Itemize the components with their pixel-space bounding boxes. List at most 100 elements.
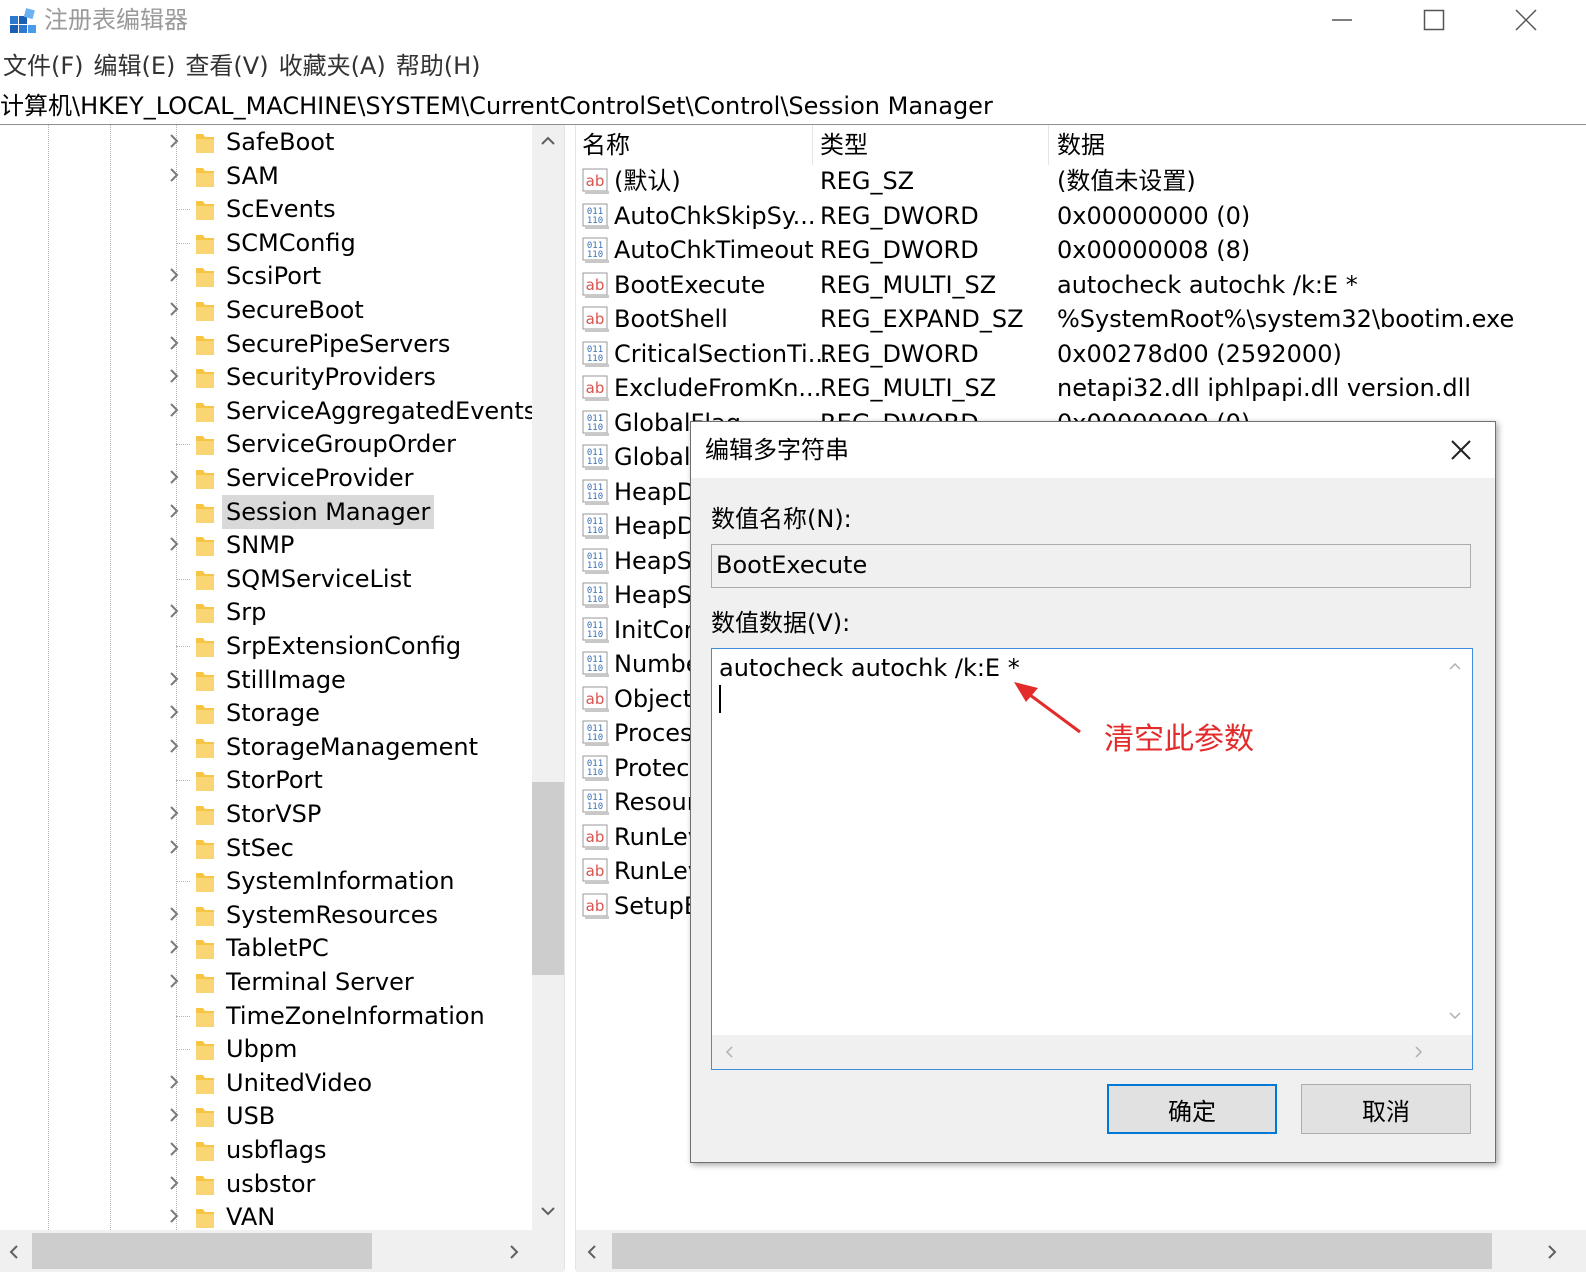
ok-button[interactable]: 确定 bbox=[1107, 1084, 1277, 1134]
close-button[interactable] bbox=[1480, 0, 1572, 40]
tree-item[interactable]: StorPort bbox=[0, 763, 540, 797]
tree-item-label[interactable]: SystemInformation bbox=[222, 864, 458, 898]
chevron-right-icon[interactable] bbox=[166, 503, 182, 519]
tree-item[interactable]: Session Manager bbox=[0, 494, 540, 529]
value-row[interactable]: ab BootExecute REG_MULTI_SZ autocheck autoc… bbox=[576, 268, 1586, 302]
chevron-right-icon[interactable] bbox=[166, 1208, 182, 1224]
value-row[interactable]: 011 110 CriticalSectionTi... REG_DWORD 0x002… bbox=[576, 337, 1586, 371]
tree-item[interactable]: TabletPC bbox=[0, 931, 540, 965]
tree-item-label[interactable]: Storage bbox=[222, 696, 324, 730]
chevron-right-icon[interactable] bbox=[166, 839, 182, 855]
address-path[interactable]: 计算机\HKEY_LOCAL_MACHINE\SYSTEM\CurrentCon… bbox=[0, 88, 993, 124]
tree-item-label[interactable]: SNMP bbox=[222, 528, 298, 562]
tree-item[interactable]: VAN bbox=[0, 1200, 540, 1230]
tree-item[interactable]: ServiceAggregatedEvents bbox=[0, 394, 540, 428]
chevron-right-icon[interactable] bbox=[166, 603, 182, 619]
textarea-horizontal-scrollbar[interactable] bbox=[712, 1035, 1438, 1069]
scroll-down-icon[interactable] bbox=[540, 1205, 556, 1217]
address-bar[interactable]: 计算机\HKEY_LOCAL_MACHINE\SYSTEM\CurrentCon… bbox=[0, 88, 1586, 125]
chevron-right-icon[interactable] bbox=[166, 1175, 182, 1191]
tree-item-label[interactable]: StorageManagement bbox=[222, 730, 482, 764]
chevron-right-icon[interactable] bbox=[166, 704, 182, 720]
tree-item[interactable]: SystemResources bbox=[0, 898, 540, 932]
tree-item-label[interactable]: usbstor bbox=[222, 1167, 319, 1201]
textarea-vertical-scrollbar[interactable] bbox=[1438, 649, 1472, 1035]
tree-item[interactable]: Srp bbox=[0, 595, 540, 629]
tree-item[interactable]: ServiceGroupOrder bbox=[0, 427, 540, 461]
pane-splitter[interactable] bbox=[564, 125, 576, 1270]
tree-item[interactable]: Ubpm bbox=[0, 1032, 540, 1066]
tree-item-label[interactable]: SecurityProviders bbox=[222, 360, 440, 394]
chevron-right-icon[interactable] bbox=[166, 671, 182, 687]
chevron-right-icon[interactable] bbox=[166, 973, 182, 989]
value-row[interactable]: ab (默认) REG_SZ (数值未设置) bbox=[576, 164, 1586, 198]
column-divider[interactable] bbox=[1048, 125, 1049, 165]
scroll-left-icon[interactable] bbox=[8, 1244, 20, 1260]
tree-item[interactable]: SecureBoot bbox=[0, 293, 540, 327]
menu-file[interactable]: 文件(F) bbox=[0, 46, 91, 86]
chevron-right-icon[interactable] bbox=[166, 805, 182, 821]
column-divider[interactable] bbox=[812, 125, 813, 165]
chevron-right-icon[interactable] bbox=[166, 1107, 182, 1123]
tree-item-label[interactable]: SystemResources bbox=[222, 898, 442, 932]
tree-item[interactable]: usbflags bbox=[0, 1133, 540, 1167]
value-row[interactable]: 011 110 AutoChkTimeout REG_DWORD 0x00000008 … bbox=[576, 233, 1586, 267]
chevron-right-icon[interactable] bbox=[166, 469, 182, 485]
tree-item[interactable]: Storage bbox=[0, 696, 540, 730]
tree-item-label[interactable]: SecureBoot bbox=[222, 293, 368, 327]
scroll-right-icon[interactable] bbox=[1546, 1244, 1558, 1260]
tree-item-label[interactable]: StSec bbox=[222, 831, 298, 865]
tree-item-label[interactable]: USB bbox=[222, 1099, 279, 1133]
tree-item[interactable]: ScEvents bbox=[0, 192, 540, 226]
scroll-right-icon[interactable] bbox=[1414, 1045, 1424, 1059]
value-data-line[interactable]: autocheck autochk /k:E * bbox=[719, 651, 1020, 685]
tree-item[interactable]: StillImage bbox=[0, 663, 540, 697]
minimize-button[interactable] bbox=[1296, 0, 1388, 40]
chevron-right-icon[interactable] bbox=[166, 939, 182, 955]
tree-item-label[interactable]: Terminal Server bbox=[222, 965, 418, 999]
tree-item[interactable]: TimeZoneInformation bbox=[0, 999, 540, 1033]
scroll-up-icon[interactable] bbox=[1448, 661, 1462, 671]
scroll-right-icon[interactable] bbox=[508, 1244, 520, 1260]
tree-item-label[interactable]: UnitedVideo bbox=[222, 1066, 376, 1100]
tree-vertical-scroll-thumb[interactable] bbox=[532, 782, 564, 975]
menu-view[interactable]: 查看(V) bbox=[182, 46, 275, 86]
value-row[interactable]: 011 110 AutoChkSkipSy... REG_DWORD 0x0000000… bbox=[576, 199, 1586, 233]
tree-item[interactable]: SystemInformation bbox=[0, 864, 540, 898]
tree-horizontal-scroll-thumb[interactable] bbox=[32, 1233, 372, 1269]
chevron-right-icon[interactable] bbox=[166, 1074, 182, 1090]
menu-edit[interactable]: 编辑(E) bbox=[91, 46, 183, 86]
tree-item-label[interactable]: Ubpm bbox=[222, 1032, 301, 1066]
tree-item-label[interactable]: Session Manager bbox=[222, 494, 435, 529]
tree-item-label[interactable]: ServiceProvider bbox=[222, 461, 418, 495]
tree-item[interactable]: UnitedVideo bbox=[0, 1066, 540, 1100]
tree-item[interactable]: SecurityProviders bbox=[0, 360, 540, 394]
menu-favorites[interactable]: 收藏夹(A) bbox=[276, 46, 393, 86]
tree-item[interactable]: StSec bbox=[0, 831, 540, 865]
scroll-up-icon[interactable] bbox=[540, 135, 556, 147]
column-header-name[interactable]: 名称 bbox=[582, 125, 630, 165]
chevron-right-icon[interactable] bbox=[166, 738, 182, 754]
tree-item-label[interactable]: StorPort bbox=[222, 763, 327, 797]
chevron-right-icon[interactable] bbox=[166, 1141, 182, 1157]
chevron-right-icon[interactable] bbox=[166, 906, 182, 922]
chevron-right-icon[interactable] bbox=[166, 536, 182, 552]
chevron-right-icon[interactable] bbox=[166, 335, 182, 351]
tree-item[interactable]: SNMP bbox=[0, 528, 540, 562]
tree-vertical-scrollbar[interactable] bbox=[532, 125, 564, 1230]
cancel-button[interactable]: 取消 bbox=[1301, 1084, 1471, 1134]
tree-item[interactable]: SQMServiceList bbox=[0, 562, 540, 596]
tree-item-label[interactable]: ScsiPort bbox=[222, 259, 325, 293]
tree-item[interactable]: SCMConfig bbox=[0, 226, 540, 260]
tree-item-label[interactable]: TabletPC bbox=[222, 931, 333, 965]
column-header-data[interactable]: 数据 bbox=[1057, 125, 1105, 165]
tree-item-label[interactable]: ScEvents bbox=[222, 192, 340, 226]
column-header-type[interactable]: 类型 bbox=[820, 125, 868, 165]
tree-item[interactable]: SafeBoot bbox=[0, 125, 540, 159]
tree-item[interactable]: ServiceProvider bbox=[0, 461, 540, 495]
tree-item[interactable]: usbstor bbox=[0, 1167, 540, 1201]
chevron-right-icon[interactable] bbox=[166, 133, 182, 149]
tree-item-label[interactable]: SafeBoot bbox=[222, 125, 338, 159]
tree-item-label[interactable]: StorVSP bbox=[222, 797, 325, 831]
tree-item[interactable]: SecurePipeServers bbox=[0, 327, 540, 361]
